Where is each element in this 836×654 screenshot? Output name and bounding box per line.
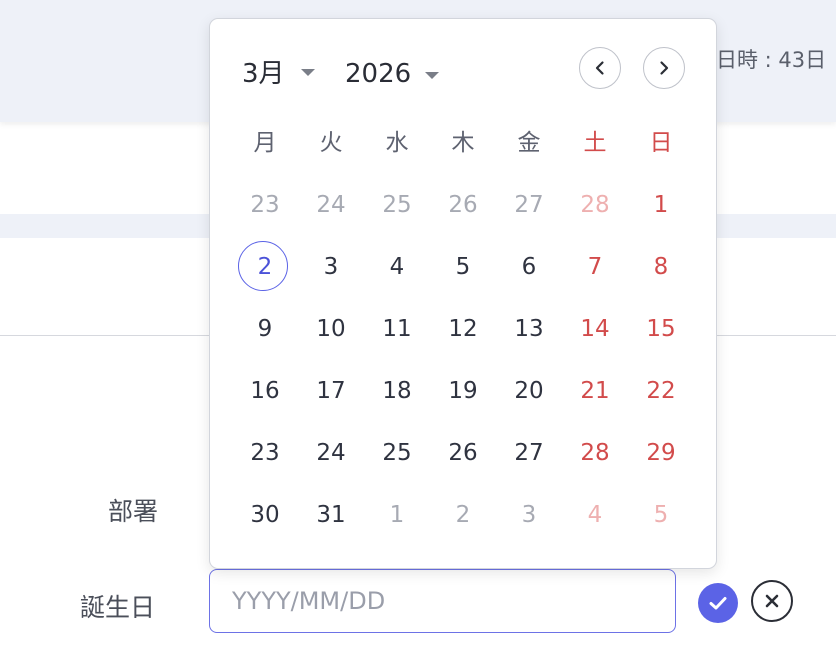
calendar-day[interactable]: 12 (430, 303, 496, 355)
month-select-label: 3月 (242, 58, 285, 89)
calendar-day[interactable]: 18 (364, 365, 430, 417)
confirm-button[interactable] (698, 583, 738, 623)
month-select[interactable]: 3月 (242, 49, 315, 93)
calendar-day[interactable]: 26 (430, 427, 496, 479)
calendar-day-selected[interactable]: 2 (232, 241, 298, 293)
calendar-day[interactable]: 22 (628, 365, 694, 417)
calendar-day[interactable]: 11 (364, 303, 430, 355)
year-select[interactable]: 2026 (345, 52, 440, 96)
calendar-day[interactable]: 31 (298, 489, 364, 541)
calendar-day[interactable]: 26 (430, 179, 496, 231)
checkmark-icon (709, 597, 727, 610)
calendar-day[interactable]: 20 (496, 365, 562, 417)
date-picker-popover: 3月 2026 月 火 水 木 金 土 日 23 24 25 26 27 28 … (209, 18, 717, 569)
calendar-day[interactable]: 5 (430, 241, 496, 293)
calendar-day[interactable]: 27 (496, 179, 562, 231)
calendar-header: 3月 2026 (210, 19, 716, 119)
weekday-label: 木 (451, 130, 475, 156)
calendar-day[interactable]: 6 (496, 241, 562, 293)
calendar-day[interactable]: 17 (298, 365, 364, 417)
calendar-day[interactable]: 25 (364, 179, 430, 231)
calendar-day[interactable]: 2 (430, 489, 496, 541)
calendar-day[interactable]: 8 (628, 241, 694, 293)
calendar-week-row: 23 24 25 26 27 28 1 (232, 179, 694, 231)
calendar-day[interactable]: 23 (232, 427, 298, 479)
weekday-label: 金 (517, 130, 541, 156)
weekday-label: 水 (385, 130, 409, 156)
calendar-week-row: 16 17 18 19 20 21 22 (232, 365, 694, 417)
calendar-day[interactable]: 16 (232, 365, 298, 417)
birthday-input-wrapper (209, 569, 676, 633)
calendar-week-row: 9 10 11 12 13 14 15 (232, 303, 694, 355)
calendar-day[interactable]: 29 (628, 427, 694, 479)
previous-month-button[interactable] (579, 47, 621, 89)
chevron-left-icon (595, 61, 604, 75)
header-meta-text: 日時 : 43日 (716, 48, 827, 72)
next-month-button[interactable] (643, 47, 685, 89)
birthday-date-input[interactable] (210, 570, 675, 632)
calendar-day[interactable]: 4 (562, 489, 628, 541)
close-icon (765, 594, 779, 608)
calendar-day[interactable]: 3 (496, 489, 562, 541)
calendar-day[interactable]: 5 (628, 489, 694, 541)
weekday-label-sunday: 日 (649, 130, 673, 156)
calendar-day[interactable]: 1 (628, 179, 694, 231)
caret-down-icon (425, 72, 440, 79)
calendar-day[interactable]: 14 (562, 303, 628, 355)
weekday-label: 火 (319, 130, 343, 156)
weekday-label-saturday: 土 (583, 130, 607, 156)
calendar-day[interactable]: 24 (298, 179, 364, 231)
department-label: 部署 (108, 497, 159, 526)
calendar-day[interactable]: 28 (562, 179, 628, 231)
page: 日時 : 43日 部署 誕生日 3月 2026 (0, 0, 836, 654)
birthday-label: 誕生日 (80, 593, 156, 622)
calendar-day[interactable]: 10 (298, 303, 364, 355)
weekday-header-row: 月 火 水 木 金 土 日 (232, 123, 694, 163)
calendar-day[interactable]: 25 (364, 427, 430, 479)
calendar-week-row: 23 24 25 26 27 28 29 (232, 427, 694, 479)
year-select-label: 2026 (345, 59, 412, 89)
calendar-day[interactable]: 21 (562, 365, 628, 417)
calendar-day[interactable]: 19 (430, 365, 496, 417)
weekday-label: 月 (253, 130, 277, 156)
calendar-day[interactable]: 7 (562, 241, 628, 293)
chevron-right-icon (660, 61, 669, 75)
calendar-day[interactable]: 30 (232, 489, 298, 541)
calendar-week-row: 30 31 1 2 3 4 5 (232, 489, 694, 541)
calendar-day[interactable]: 27 (496, 427, 562, 479)
calendar-day[interactable]: 13 (496, 303, 562, 355)
calendar-day[interactable]: 4 (364, 241, 430, 293)
calendar-day[interactable]: 24 (298, 427, 364, 479)
calendar-day[interactable]: 1 (364, 489, 430, 541)
calendar-week-row: 2345678 (232, 241, 694, 293)
calendar-day[interactable]: 3 (298, 241, 364, 293)
cancel-button[interactable] (751, 580, 793, 622)
calendar-day[interactable]: 9 (232, 303, 298, 355)
calendar-day[interactable]: 28 (562, 427, 628, 479)
caret-down-icon (300, 69, 315, 76)
calendar-day[interactable]: 15 (628, 303, 694, 355)
calendar-day[interactable]: 23 (232, 179, 298, 231)
